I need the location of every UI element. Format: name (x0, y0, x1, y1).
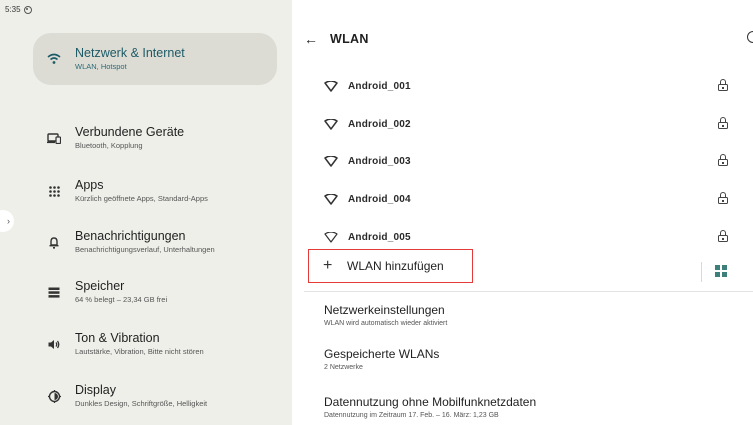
sidebar-item-storage[interactable]: Speicher 64 % belegt – 23,34 GB frei (33, 266, 277, 318)
network-item[interactable]: Android_004 (324, 189, 728, 209)
divider (701, 262, 702, 282)
setting-subtitle: WLAN wird automatisch wieder aktiviert (324, 320, 448, 327)
wifi-signal-weak-icon (324, 231, 344, 243)
sidebar-item-title: Speicher (75, 279, 125, 293)
network-ssid: Android_004 (348, 193, 411, 205)
sidebar-item-connected-devices[interactable]: Verbundene Geräte Bluetooth, Kopplung (33, 112, 277, 164)
add-wlan-label: WLAN hinzufügen (347, 259, 444, 273)
network-ssid: Android_005 (348, 231, 411, 243)
devices-icon (33, 132, 75, 144)
apps-grid-icon (33, 185, 75, 197)
back-gesture-handle[interactable]: › (0, 210, 14, 232)
sidebar-item-title: Ton & Vibration (75, 331, 160, 345)
wifi-signal-icon (324, 118, 344, 130)
network-item[interactable]: Android_005 (324, 227, 728, 247)
settings-gear-icon (23, 5, 32, 14)
lock-icon (718, 192, 728, 204)
network-item[interactable]: Android_002 (324, 114, 728, 134)
wifi-icon (33, 53, 75, 65)
setting-subtitle: Datennutzung im Zeitraum 17. Feb. – 16. … (324, 412, 499, 419)
network-ssid: Android_002 (348, 118, 411, 130)
sidebar-item-subtitle: Benachrichtigungsverlauf, Unterhaltungen (75, 245, 215, 254)
setting-title: Netzwerkeinstellungen (324, 303, 445, 317)
sidebar-item-network-internet[interactable]: Netzwerk & Internet WLAN, Hotspot (33, 33, 277, 85)
storage-icon (33, 287, 75, 298)
setting-title: Datennutzung ohne Mobilfunknetzdaten (324, 395, 537, 409)
sidebar-item-title: Verbundene Geräte (75, 125, 185, 139)
sidebar-item-subtitle: Lautstärke, Vibration, Bitte nicht störe… (75, 347, 204, 356)
page-header: ← WLAN (304, 28, 753, 50)
qr-code-scan-icon[interactable] (715, 265, 727, 277)
wlan-pane: ← WLAN Android_001 Android_002 Android_0… (292, 0, 753, 425)
sidebar-item-display[interactable]: Display Dunkles Design, Schriftgröße, He… (33, 370, 277, 422)
saved-networks-item[interactable]: Gespeicherte WLANs 2 Netzwerke (324, 347, 744, 373)
plus-icon: + (323, 257, 333, 274)
sidebar-item-subtitle: Bluetooth, Kopplung (75, 141, 143, 150)
bell-icon (33, 236, 75, 249)
status-bar: 5:35 (5, 5, 32, 14)
network-settings-item[interactable]: Netzwerkeinstellungen WLAN wird automati… (324, 303, 744, 329)
setting-title: Gespeicherte WLANs (324, 347, 440, 361)
lock-icon (718, 117, 728, 129)
wifi-signal-icon (324, 80, 344, 92)
sidebar-item-subtitle: WLAN, Hotspot (75, 62, 127, 71)
network-ssid: Android_003 (348, 155, 411, 167)
sidebar-item-title: Netzwerk & Internet (75, 46, 185, 60)
sidebar-item-subtitle: Kürzlich geöffnete Apps, Standard-Apps (75, 194, 208, 203)
sidebar-item-apps[interactable]: Apps Kürzlich geöffnete Apps, Standard-A… (33, 165, 277, 217)
setting-subtitle: 2 Netzwerke (324, 364, 363, 371)
wifi-signal-icon (324, 155, 344, 167)
display-icon (33, 389, 75, 403)
lock-icon (718, 154, 728, 166)
volume-icon (33, 339, 75, 350)
page-title: WLAN (330, 32, 369, 46)
sidebar-item-title: Display (75, 383, 116, 397)
back-arrow-icon[interactable]: ← (304, 31, 330, 47)
sidebar-item-title: Apps (75, 178, 104, 192)
sidebar-item-subtitle: 64 % belegt – 23,34 GB frei (75, 295, 168, 304)
settings-sidebar: 5:35 › Netzwerk & Internet WLAN, Hotspot (0, 0, 292, 425)
sidebar-item-subtitle: Dunkles Design, Schriftgröße, Helligkeit (75, 399, 208, 408)
sidebar-item-notifications[interactable]: Benachrichtigungen Benachrichtigungsverl… (33, 216, 277, 268)
sidebar-item-title: Benachrichtigungen (75, 229, 186, 243)
divider (304, 291, 753, 292)
network-item[interactable]: Android_001 (324, 76, 728, 96)
wifi-signal-icon (324, 193, 344, 205)
network-item[interactable]: Android_003 (324, 151, 728, 171)
search-icon[interactable] (747, 31, 753, 43)
lock-icon (718, 230, 728, 242)
sidebar-item-sound-vibration[interactable]: Ton & Vibration Lautstärke, Vibration, B… (33, 318, 277, 370)
network-ssid: Android_001 (348, 80, 411, 92)
status-time: 5:35 (5, 5, 21, 14)
lock-icon (718, 79, 728, 91)
data-usage-item[interactable]: Datennutzung ohne Mobilfunknetzdaten Dat… (324, 395, 744, 421)
add-wlan-button[interactable]: + WLAN hinzufügen (308, 249, 473, 283)
